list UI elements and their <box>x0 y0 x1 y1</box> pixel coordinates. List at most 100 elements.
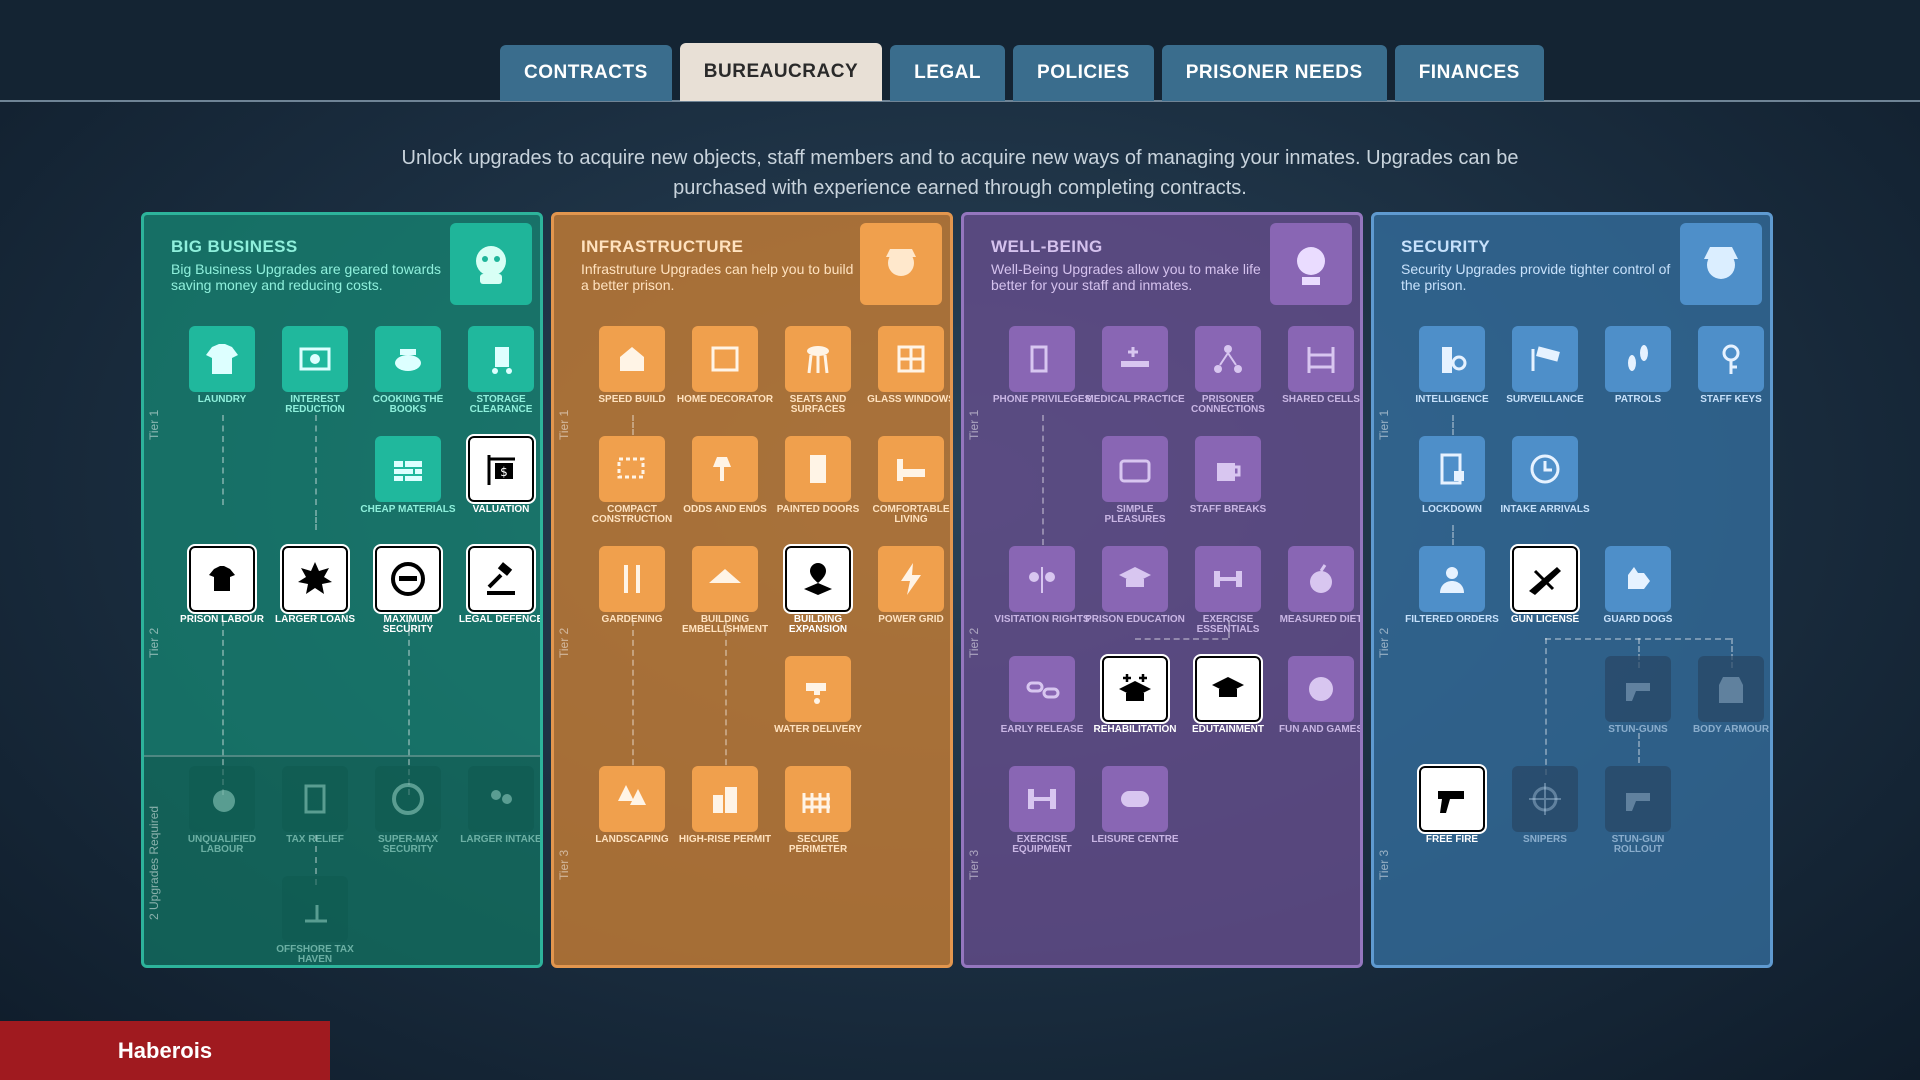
upgrade-cooking-the-books[interactable]: COOKING THE BOOKS <box>373 326 443 415</box>
basketball-icon <box>1288 656 1354 722</box>
upgrade-visitation-rights[interactable]: VISITATION RIGHTS <box>994 546 1090 625</box>
tier2-label: Tier 2 <box>967 627 981 658</box>
taser-icon <box>1605 766 1671 832</box>
upgrade-high-rise-permit[interactable]: HIGH-RISE PERMIT <box>679 766 771 845</box>
upgrade-stun-gun-rollout[interactable]: STUN-GUN ROLLOUT <box>1603 766 1673 855</box>
upgrade-staff-keys[interactable]: STAFF KEYS <box>1696 326 1766 405</box>
hospital-bed-icon <box>1102 326 1168 392</box>
upgrade-body-armour[interactable]: BODY ARMOUR <box>1693 656 1769 735</box>
upgrade-water-delivery[interactable]: WATER DELIVERY <box>774 656 862 735</box>
cctv-icon <box>1512 326 1578 392</box>
upgrade-intelligence[interactable]: INTELLIGENCE <box>1415 326 1489 405</box>
upgrade-prison-education[interactable]: PRISON EDUCATION <box>1085 546 1185 625</box>
upgrade-fun-and-games[interactable]: FUN AND GAMES <box>1279 656 1360 735</box>
upgrade-power-grid[interactable]: POWER GRID <box>876 546 946 625</box>
tab-policies[interactable]: POLICIES <box>1013 45 1154 101</box>
trees-icon <box>599 766 665 832</box>
upgrade-larger-intake[interactable]: LARGER INTAKE <box>460 766 540 845</box>
buildings-icon <box>692 766 758 832</box>
tier2-label: Tier 2 <box>147 627 161 658</box>
upgrade-simple-pleasures[interactable]: SIMPLE PLEASURES <box>1100 436 1170 525</box>
upgrade-storage-clearance[interactable]: STORAGE CLEARANCE <box>466 326 536 415</box>
upgrade-home-decorator[interactable]: HOME DECORATOR <box>677 326 773 405</box>
upgrade-lockdown[interactable]: LOCKDOWN <box>1417 436 1487 515</box>
tier1-label: Tier 1 <box>1377 409 1391 440</box>
tab-bureaucracy[interactable]: BUREAUCRACY <box>679 43 883 101</box>
pot-icon <box>375 326 441 392</box>
guard-face-icon <box>375 766 441 832</box>
upgrade-super-max-security[interactable]: SUPER-MAX SECURITY <box>373 766 443 855</box>
upgrade-stun-guns[interactable]: STUN-GUNS <box>1603 656 1673 735</box>
upgrade-early-release[interactable]: EARLY RELEASE <box>1001 656 1083 735</box>
graduation-cap-icon <box>1102 546 1168 612</box>
tap-icon <box>785 656 851 722</box>
clock-icon <box>1512 436 1578 502</box>
upgrade-edutainment[interactable]: EDUTAINMENT <box>1192 654 1264 735</box>
bunk-bed-icon <box>1288 326 1354 392</box>
upgrade-legal-defence[interactable]: LEGAL DEFENCE <box>459 544 540 625</box>
upgrade-guard-dogs[interactable]: GUARD DOGS <box>1603 546 1673 625</box>
upgrade-odds-and-ends[interactable]: ODDS AND ENDS <box>683 436 767 515</box>
upgrade-gardening[interactable]: GARDENING <box>597 546 667 625</box>
upgrade-speed-build[interactable]: SPEED BUILD <box>597 326 667 405</box>
upgrade-building-expansion[interactable]: BUILDING EXPANSION <box>783 544 853 635</box>
upgrade-exercise-essentials[interactable]: EXERCISE ESSENTIALS <box>1193 546 1263 635</box>
tier3-label: Tier 3 <box>967 849 981 880</box>
upgrade-phone-privileges[interactable]: PHONE PRIVILEGES <box>993 326 1091 405</box>
upgrade-larger-loans[interactable]: LARGER LOANS <box>275 544 355 625</box>
tier3-label: Tier 3 <box>557 849 571 880</box>
upgrade-surveillance[interactable]: SURVEILLANCE <box>1506 326 1584 405</box>
tab-prisoner-needs[interactable]: PRISONER NEEDS <box>1161 45 1387 101</box>
upgrade-compact-construction[interactable]: COMPACT CONSTRUCTION <box>592 436 672 525</box>
upgrade-measured-diet[interactable]: MEASURED DIET <box>1280 546 1360 625</box>
upgrade-unqualified-labour[interactable]: UNQUALIFIED LABOUR <box>187 766 257 855</box>
upgrade-offshore-tax-haven[interactable]: OFFSHORE TAX HAVEN <box>276 876 354 965</box>
tab-finances[interactable]: FINANCES <box>1394 45 1544 101</box>
upgrade-secure-perimeter[interactable]: SECURE PERIMETER <box>783 766 853 855</box>
upgrade-cheap-materials[interactable]: CHEAP MATERIALS <box>360 436 456 515</box>
upgrade-building-embellishment[interactable]: BUILDING EMBELLISHMENT <box>682 546 768 635</box>
money-bag-icon <box>189 766 255 832</box>
upgrade-patrols[interactable]: PATROLS <box>1603 326 1673 405</box>
upgrade-painted-doors[interactable]: PAINTED DOORS <box>777 436 859 515</box>
upgrade-rehabilitation[interactable]: REHABILITATION <box>1094 654 1176 735</box>
upgrade-free-fire[interactable]: FREE FIRE <box>1417 764 1487 845</box>
broken-chain-icon <box>1009 656 1075 722</box>
svg-text:$: $ <box>500 465 508 479</box>
upgrade-shared-cells[interactable]: SHARED CELLS <box>1282 326 1360 405</box>
location-pin-icon <box>783 544 853 614</box>
panel-description: Security Upgrades provide tighter contro… <box>1401 261 1671 293</box>
tab-legal[interactable]: LEGAL <box>890 45 1006 101</box>
upgrade-medical-practice[interactable]: MEDICAL PRACTICE <box>1085 326 1185 405</box>
tab-contracts[interactable]: CONTRACTS <box>500 45 672 101</box>
panel-title: WELL-BEING <box>991 237 1103 256</box>
upgrade-leisure-centre[interactable]: LEISURE CENTRE <box>1091 766 1179 845</box>
upgrade-staff-breaks[interactable]: STAFF BREAKS <box>1190 436 1266 515</box>
prisoners-icon <box>468 766 534 832</box>
upgrade-filtered-orders[interactable]: FILTERED ORDERS <box>1405 546 1499 625</box>
upgrade-laundry[interactable]: LAUNDRY <box>187 326 257 405</box>
tier3-requirement-label: 2 Upgrades Required <box>147 805 161 920</box>
heart-person-icon <box>1270 223 1352 305</box>
tower-magnifier-icon <box>1419 326 1485 392</box>
tier1-label: Tier 1 <box>147 409 161 440</box>
upgrade-exercise-equipment[interactable]: EXERCISE EQUIPMENT <box>1007 766 1077 855</box>
upgrade-prison-labour[interactable]: PRISON LABOUR <box>180 544 264 625</box>
upgrade-interest-reduction[interactable]: INTEREST REDUCTION <box>280 326 350 415</box>
visitor-icon <box>1009 546 1075 612</box>
upgrade-gun-license[interactable]: GUN LICENSE <box>1510 544 1580 625</box>
upgrade-snipers[interactable]: SNIPERS <box>1510 766 1580 845</box>
tier2-label: Tier 2 <box>557 627 571 658</box>
upgrade-valuation[interactable]: $ VALUATION <box>466 434 536 515</box>
fence-icon <box>785 766 851 832</box>
upgrade-seats-and-surfaces[interactable]: SEATS AND SURFACES <box>783 326 853 415</box>
upgrade-tax-relief[interactable]: TAX RELIEF <box>280 766 350 845</box>
upgrade-landscaping[interactable]: LANDSCAPING <box>595 766 669 845</box>
upgrade-prisoner-connections[interactable]: PRISONER CONNECTIONS <box>1191 326 1265 415</box>
guard-helmet-icon <box>1680 223 1762 305</box>
door-lock-icon <box>1419 436 1485 502</box>
upgrade-intake-arrivals[interactable]: INTAKE ARRIVALS <box>1500 436 1590 515</box>
upgrade-comfortable-living[interactable]: COMFORTABLE LIVING <box>872 436 950 525</box>
upgrade-maximum-security[interactable]: MAXIMUM SECURITY <box>373 544 443 635</box>
upgrade-glass-windows[interactable]: GLASS WINDOWS <box>867 326 950 405</box>
